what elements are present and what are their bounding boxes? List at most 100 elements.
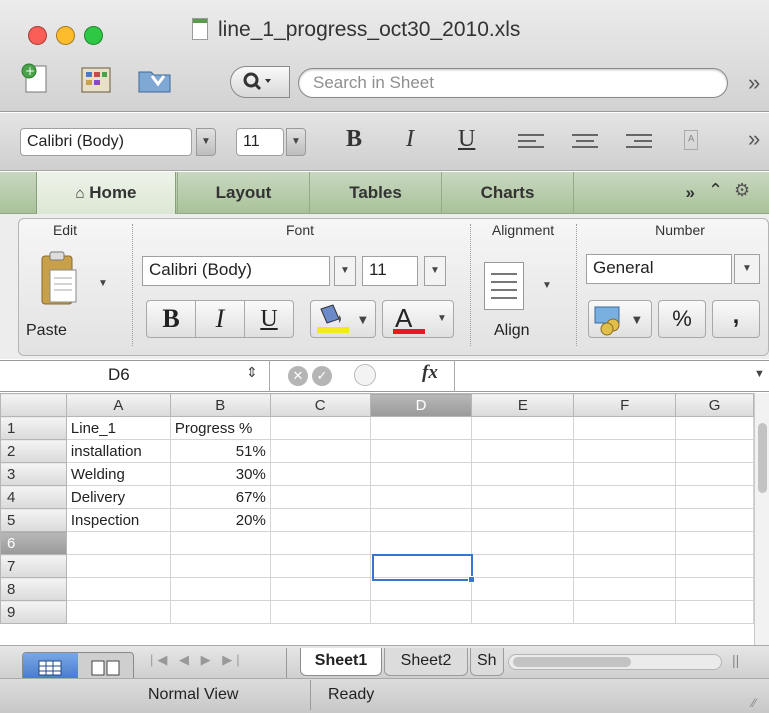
- number-format-dropdown-icon[interactable]: ▼: [734, 254, 760, 284]
- cell-e5[interactable]: [471, 508, 575, 532]
- cell-d2[interactable]: [369, 439, 473, 463]
- tab-charts[interactable]: Charts: [441, 172, 573, 214]
- ribbon-underline-button[interactable]: U: [245, 301, 293, 337]
- cell-a7[interactable]: [65, 554, 171, 578]
- select-all-corner[interactable]: [0, 393, 67, 417]
- sheet-tab-sheet1[interactable]: Sheet1: [300, 648, 382, 676]
- cell-b1[interactable]: Progress %: [169, 416, 271, 440]
- tab-layout[interactable]: Layout: [177, 172, 309, 214]
- cell-a5[interactable]: Inspection: [65, 508, 171, 532]
- cell-e3[interactable]: [471, 462, 575, 486]
- cell-d6[interactable]: [369, 531, 473, 555]
- column-header-e[interactable]: E: [471, 393, 575, 417]
- name-box[interactable]: D6: [0, 360, 270, 392]
- cell-g9[interactable]: [675, 600, 754, 624]
- gear-icon[interactable]: ⚙: [734, 180, 750, 201]
- collapse-ribbon-icon[interactable]: ⌃: [708, 180, 723, 201]
- sheet-table[interactable]: A B C D E F G 1 Line_1 Progress % 2 installa…: [0, 393, 754, 624]
- minimize-window-button[interactable]: [56, 26, 75, 45]
- ribbon-bold-button[interactable]: B: [147, 301, 196, 337]
- tab-overflow[interactable]: »: [573, 172, 703, 214]
- cell-b3[interactable]: 30%: [169, 462, 271, 486]
- cell-f3[interactable]: [573, 462, 677, 486]
- cell-e8[interactable]: [471, 577, 575, 601]
- name-box-stepper-icon[interactable]: ⇕: [246, 364, 258, 381]
- row-header-1[interactable]: 1: [0, 416, 67, 440]
- cell-d4[interactable]: [369, 485, 473, 509]
- selected-cell-d6[interactable]: [372, 554, 473, 581]
- cell-f9[interactable]: [573, 600, 677, 624]
- cell-b2[interactable]: 51%: [169, 439, 271, 463]
- font-name-dropdown-icon[interactable]: ▼: [196, 128, 216, 156]
- align-dropdown-icon[interactable]: ▼: [542, 280, 552, 291]
- search-scope-button[interactable]: [230, 66, 290, 98]
- cell-b8[interactable]: [169, 577, 271, 601]
- currency-format-button[interactable]: ▼: [588, 300, 652, 338]
- fill-color-button[interactable]: ▼: [310, 300, 376, 338]
- confirm-entry-icon[interactable]: ✓: [312, 366, 332, 386]
- comma-style-button[interactable]: ,: [712, 300, 760, 338]
- align-right-icon[interactable]: [626, 134, 652, 154]
- column-header-c[interactable]: C: [269, 393, 371, 417]
- sheet-tab-sheet3[interactable]: Sh: [470, 648, 504, 676]
- row-header-8[interactable]: 8: [0, 577, 67, 601]
- cell-a8[interactable]: [65, 577, 171, 601]
- cell-g8[interactable]: [675, 577, 754, 601]
- tab-tables[interactable]: Tables: [309, 172, 441, 214]
- cell-d9[interactable]: [369, 600, 473, 624]
- paste-icon[interactable]: [36, 250, 80, 310]
- horizontal-scroll-thumb[interactable]: [513, 657, 631, 667]
- font-color-dropdown-icon[interactable]: ▼: [437, 313, 447, 324]
- cell-a3[interactable]: Welding: [65, 462, 171, 486]
- fx-icon[interactable]: fx: [422, 362, 438, 384]
- align-icon[interactable]: [484, 262, 524, 310]
- tab-home[interactable]: ⌂ Home: [36, 172, 176, 214]
- font-color-button[interactable]: A ▼: [382, 300, 454, 338]
- cell-e9[interactable]: [471, 600, 575, 624]
- cell-e1[interactable]: [471, 416, 575, 440]
- cell-e2[interactable]: [471, 439, 575, 463]
- cell-a4[interactable]: Delivery: [65, 485, 171, 509]
- row-header-9[interactable]: 9: [0, 600, 67, 624]
- align-center-icon[interactable]: [572, 134, 598, 154]
- vertical-scroll-thumb[interactable]: [758, 423, 767, 493]
- number-format-select[interactable]: General: [586, 254, 732, 284]
- format-italic-button[interactable]: I: [406, 126, 414, 153]
- cell-g2[interactable]: [675, 439, 754, 463]
- cell-f7[interactable]: [573, 554, 677, 578]
- column-header-d[interactable]: D: [369, 393, 473, 417]
- cell-c4[interactable]: [269, 485, 371, 509]
- vertical-scrollbar[interactable]: [754, 393, 769, 655]
- cancel-entry-icon[interactable]: ✕: [288, 366, 308, 386]
- cell-b4[interactable]: 67%: [169, 485, 271, 509]
- cell-e6[interactable]: [471, 531, 575, 555]
- format-font-name[interactable]: Calibri (Body): [20, 128, 192, 156]
- cell-g1[interactable]: [675, 416, 754, 440]
- cell-d3[interactable]: [369, 462, 473, 486]
- cell-a2[interactable]: installation: [65, 439, 171, 463]
- column-header-g[interactable]: G: [675, 393, 754, 417]
- row-header-5[interactable]: 5: [0, 508, 67, 532]
- column-header-f[interactable]: F: [573, 393, 677, 417]
- sheet-tab-sheet2[interactable]: Sheet2: [384, 648, 468, 676]
- cell-a6[interactable]: [65, 531, 171, 555]
- row-header-3[interactable]: 3: [0, 462, 67, 486]
- cell-f8[interactable]: [573, 577, 677, 601]
- cell-c8[interactable]: [269, 577, 371, 601]
- ribbon-font-size[interactable]: 11: [362, 256, 418, 286]
- cell-g5[interactable]: [675, 508, 754, 532]
- format-font-size[interactable]: 11: [236, 128, 284, 156]
- cell-f6[interactable]: [573, 531, 677, 555]
- cell-c5[interactable]: [269, 508, 371, 532]
- cell-b9[interactable]: [169, 600, 271, 624]
- formula-expand-icon[interactable]: ▼: [754, 368, 765, 380]
- row-header-2[interactable]: 2: [0, 439, 67, 463]
- ribbon-italic-button[interactable]: I: [196, 301, 245, 337]
- row-header-6[interactable]: 6: [0, 531, 67, 555]
- horizontal-scrollbar[interactable]: [508, 654, 722, 670]
- cell-f2[interactable]: [573, 439, 677, 463]
- cell-f4[interactable]: [573, 485, 677, 509]
- font-size-dropdown-icon[interactable]: ▼: [286, 128, 306, 156]
- cell-e7[interactable]: [471, 554, 575, 578]
- align-left-icon[interactable]: [518, 134, 544, 154]
